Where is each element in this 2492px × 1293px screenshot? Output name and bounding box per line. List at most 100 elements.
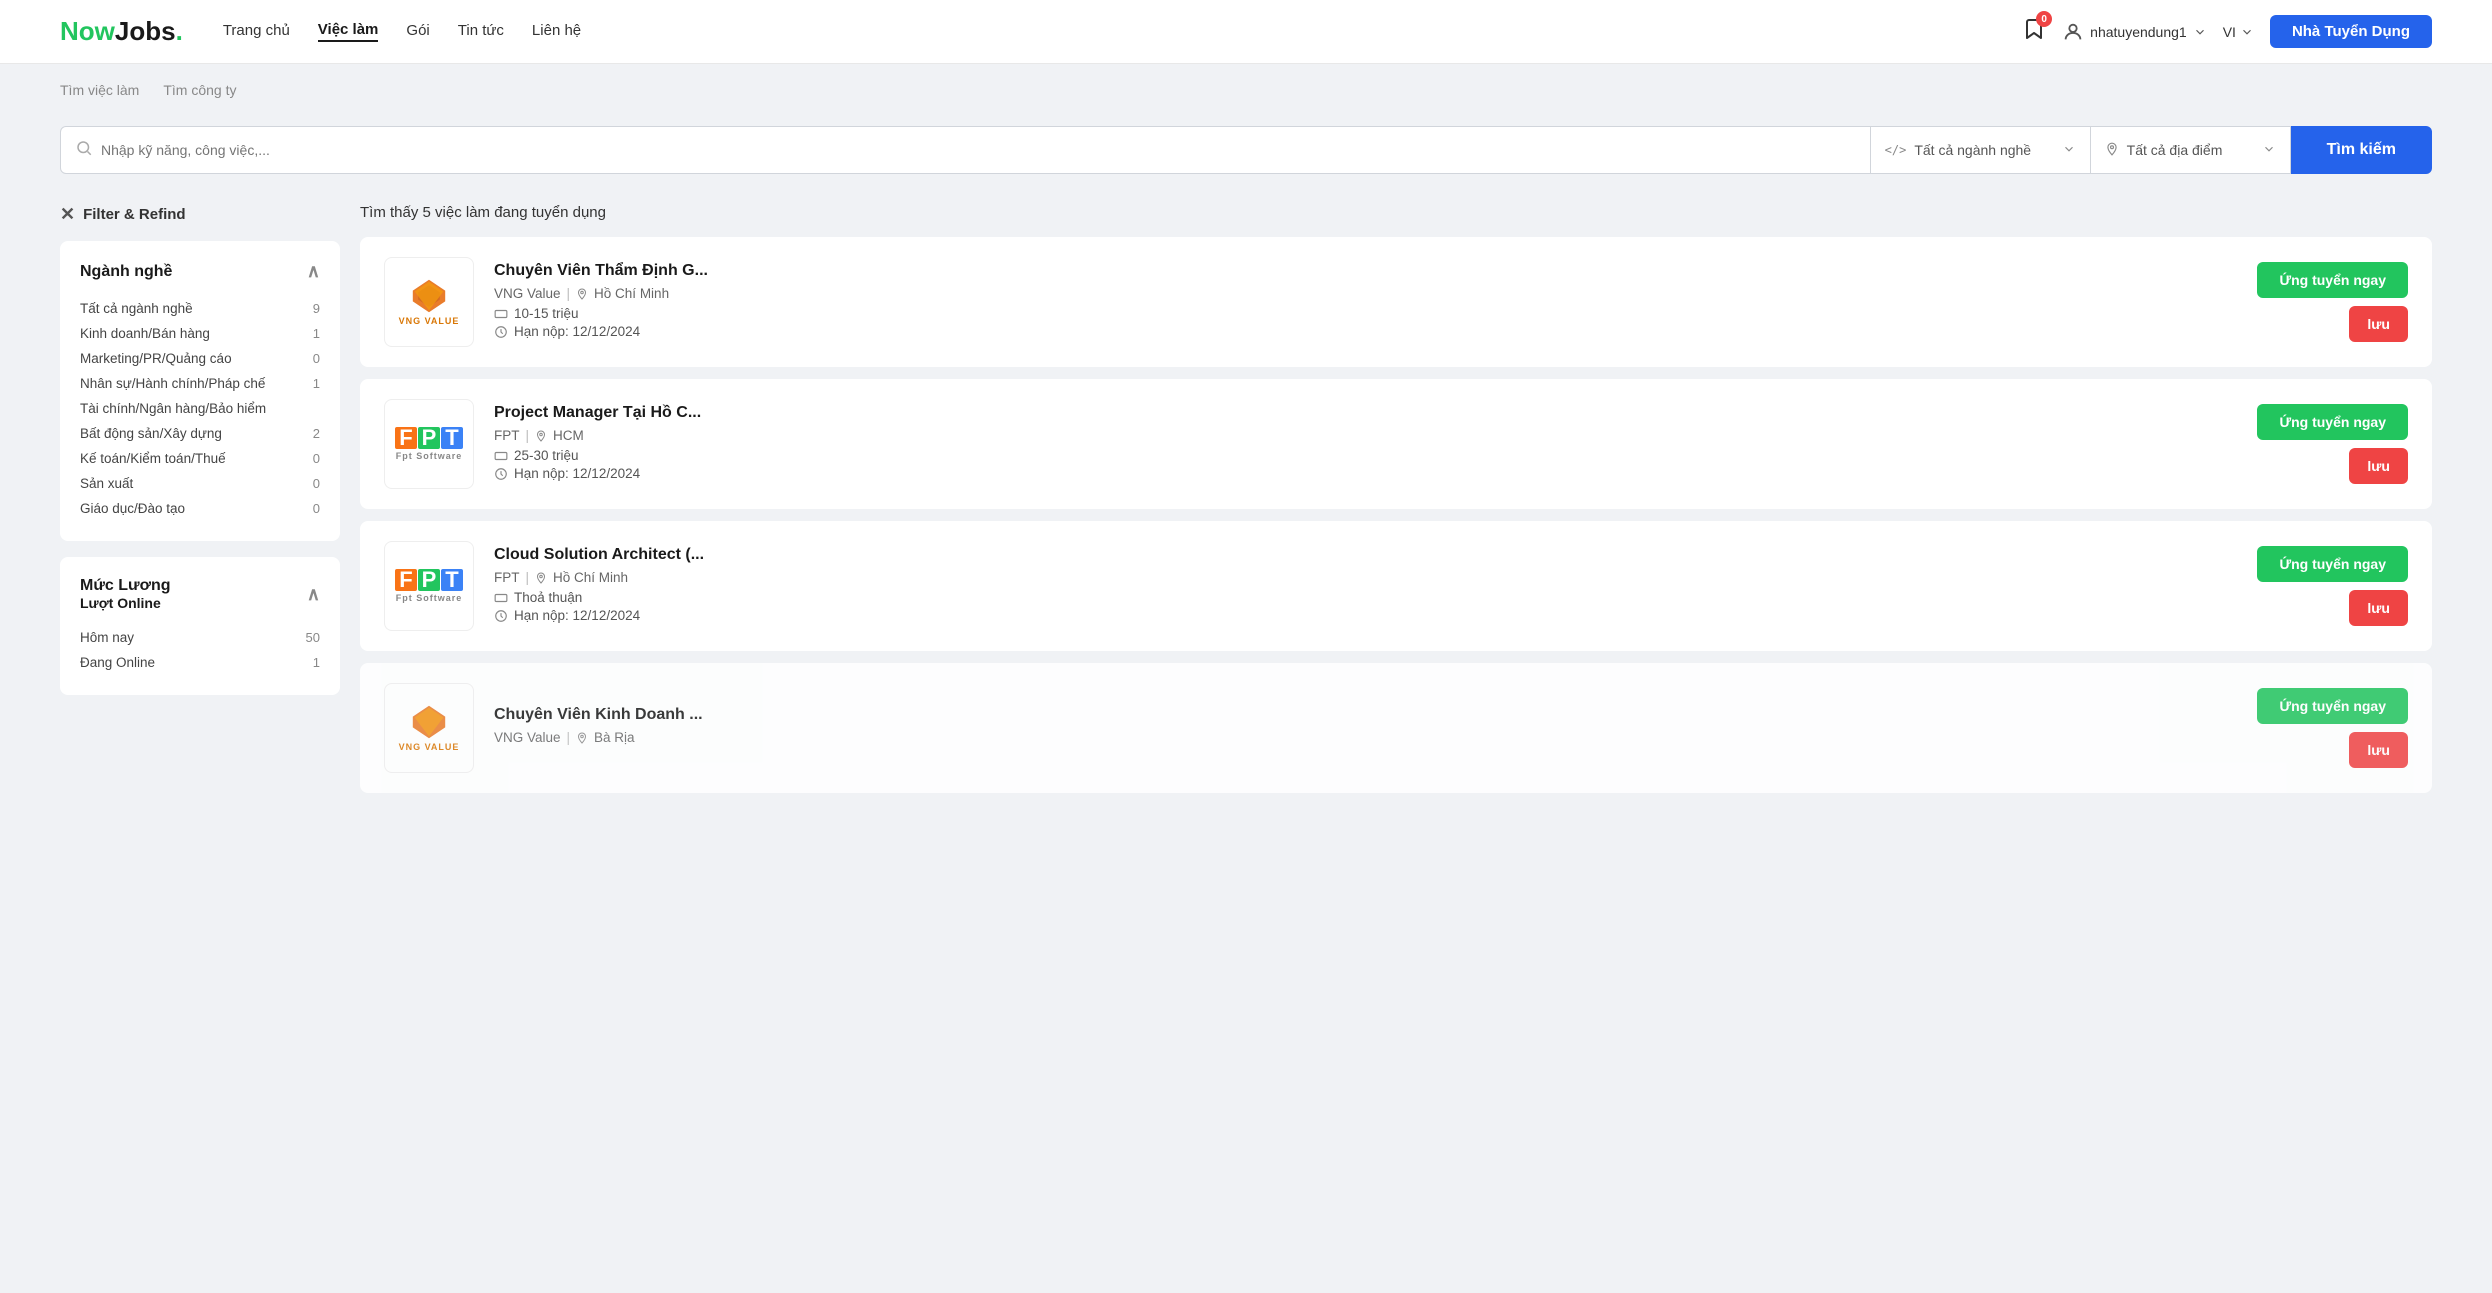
filter-label: Tài chính/Ngân hàng/Bảo hiểm <box>80 401 266 416</box>
filter-giao-duc[interactable]: Giáo dục/Đào tạo 0 <box>80 496 320 521</box>
vng-label: VNG VALUE <box>399 742 460 752</box>
logo-jobs: Jobs <box>115 16 176 46</box>
apply-button[interactable]: Ứng tuyển ngay <box>2257 404 2408 440</box>
save-button[interactable]: lưu <box>2349 306 2408 342</box>
job-title[interactable]: Project Manager Tại Hồ C... <box>494 404 2237 422</box>
filter-san-xuat[interactable]: Sản xuất 0 <box>80 471 320 496</box>
jobs-section: Tìm thấy 5 việc làm đang tuyển dụng VNG … <box>360 204 2432 805</box>
nav-tin-tuc[interactable]: Tin tức <box>458 22 504 41</box>
job-card: VNG VALUE Chuyên Viên Kinh Doanh ... VNG… <box>360 663 2432 793</box>
apply-button[interactable]: Ứng tuyển ngay <box>2257 688 2408 724</box>
company-name: VNG Value <box>494 730 561 745</box>
sidebar: ✕ Filter & Refind Ngành nghề ∧ Tất cả ng… <box>60 204 340 805</box>
company-logo-vng[interactable]: VNG VALUE <box>384 257 474 347</box>
job-meta: FPT | Hồ Chí Minh <box>494 570 2237 585</box>
job-salary: Thoả thuận <box>494 590 2237 605</box>
apply-button[interactable]: Ứng tuyển ngay <box>2257 546 2408 582</box>
company-logo-fpt2[interactable]: F P T Fpt Software <box>384 541 474 631</box>
save-button[interactable]: lưu <box>2349 732 2408 768</box>
job-card: VNG VALUE Chuyên Viên Thẩm Định G... VNG… <box>360 237 2432 367</box>
filter-header: ✕ Filter & Refind <box>60 204 340 225</box>
save-button[interactable]: lưu <box>2349 590 2408 626</box>
search-input-wrap[interactable] <box>60 126 1871 174</box>
job-deadline: Hạn nộp: 12/12/2024 <box>494 608 2237 623</box>
job-title[interactable]: Chuyên Viên Kinh Doanh ... <box>494 706 2237 724</box>
nav-lien-he[interactable]: Liên hệ <box>532 22 581 41</box>
job-info: Project Manager Tại Hồ C... FPT | HCM 25… <box>494 404 2237 484</box>
filter-tai-chinh[interactable]: Tài chính/Ngân hàng/Bảo hiểm <box>80 396 320 421</box>
filter-nhan-su[interactable]: Nhân sự/Hành chính/Pháp chế 1 <box>80 371 320 396</box>
filter-today[interactable]: Hôm nay 50 <box>80 625 320 650</box>
lang-label: VI <box>2223 24 2236 40</box>
deadline-value: Hạn nộp: 12/12/2024 <box>514 608 640 623</box>
location-dropdown[interactable]: Tất cả địa điểm <box>2091 126 2291 174</box>
industry-dropdown[interactable]: </> Tất cả ngành nghề <box>1871 126 2091 174</box>
filter-marketing[interactable]: Marketing/PR/Quảng cáo 0 <box>80 346 320 371</box>
user-menu[interactable]: nhatuyendung1 <box>2062 21 2207 43</box>
search-input[interactable] <box>101 142 1856 158</box>
salary-collapse-icon[interactable]: ∧ <box>307 584 320 605</box>
job-title[interactable]: Chuyên Viên Thẩm Định G... <box>494 262 2237 280</box>
sub-nav: Tìm việc làm Tìm công ty <box>0 64 2492 106</box>
job-card: F P T Fpt Software Cloud Solution Archit… <box>360 521 2432 651</box>
user-dropdown-icon <box>2193 25 2207 39</box>
location-icon <box>576 732 588 744</box>
save-button[interactable]: lưu <box>2349 448 2408 484</box>
job-meta: VNG Value | Bà Rịa <box>494 730 2237 745</box>
filter-count: 0 <box>313 351 320 366</box>
fpt-sublabel: Fpt Software <box>396 451 463 461</box>
search-button[interactable]: Tìm kiếm <box>2291 126 2432 174</box>
employer-button[interactable]: Nhà Tuyển Dụng <box>2270 15 2432 48</box>
filter-online[interactable]: Đang Online 1 <box>80 650 320 675</box>
filter-count: 0 <box>313 451 320 466</box>
filter-count: 50 <box>306 630 320 645</box>
job-title[interactable]: Cloud Solution Architect (... <box>494 546 2237 564</box>
filter-bat-dong-san[interactable]: Bất động sản/Xây dựng 2 <box>80 421 320 446</box>
salary-value: 10-15 triệu <box>514 306 579 321</box>
main-nav: Trang chủ Việc làm Gói Tin tức Liên hệ <box>223 21 2022 42</box>
industry-title-label: Ngành nghề <box>80 263 172 281</box>
clock-icon <box>494 467 508 481</box>
subnav-viec-lam[interactable]: Tìm việc làm <box>60 82 139 106</box>
company-name: FPT <box>494 570 520 585</box>
company-name: FPT <box>494 428 520 443</box>
salary-title-wrap: Mức Lương Lượt Online <box>80 577 171 611</box>
filter-close-icon[interactable]: ✕ <box>60 204 75 225</box>
fpt-f: F <box>395 569 417 591</box>
subnav-cong-ty[interactable]: Tìm công ty <box>163 82 236 106</box>
logo[interactable]: NowJobs. <box>60 16 183 47</box>
industry-collapse-icon[interactable]: ∧ <box>307 261 320 282</box>
salary-filter-section: Mức Lương Lượt Online ∧ Hôm nay 50 Đang … <box>60 557 340 695</box>
separator: | <box>526 570 530 585</box>
filter-all-industries[interactable]: Tất cả ngành nghề 9 <box>80 296 320 321</box>
location-icon <box>2105 142 2119 159</box>
nav-goi[interactable]: Gói <box>406 22 429 41</box>
location-label: Tất cả địa điểm <box>2127 142 2223 158</box>
company-logo-fpt[interactable]: F P T Fpt Software <box>384 399 474 489</box>
clock-icon <box>494 325 508 339</box>
fpt-t: T <box>441 569 463 591</box>
lang-select[interactable]: VI <box>2223 24 2254 40</box>
bookmark-icon[interactable]: 0 <box>2022 17 2046 46</box>
header: NowJobs. Trang chủ Việc làm Gói Tin tức … <box>0 0 2492 64</box>
nav-trang-chu[interactable]: Trang chủ <box>223 22 290 41</box>
filter-label: Giáo dục/Đào tạo <box>80 501 185 516</box>
salary-title-label: Mức Lương <box>80 577 171 595</box>
filter-ke-toan[interactable]: Kế toán/Kiểm toán/Thuế 0 <box>80 446 320 471</box>
apply-button[interactable]: Ứng tuyển ngay <box>2257 262 2408 298</box>
filter-label: Tất cả ngành nghề <box>80 301 193 316</box>
location: Hồ Chí Minh <box>594 286 669 301</box>
fpt-sublabel: Fpt Software <box>396 593 463 603</box>
fpt-f: F <box>395 427 417 449</box>
nav-viec-lam[interactable]: Việc làm <box>318 21 379 42</box>
job-actions: Ứng tuyển ngay lưu <box>2257 404 2408 484</box>
filter-kinh-doanh[interactable]: Kinh doanh/Bán hàng 1 <box>80 321 320 346</box>
job-deadline: Hạn nộp: 12/12/2024 <box>494 466 2237 481</box>
job-actions: Ứng tuyển ngay lưu <box>2257 262 2408 342</box>
job-info: Chuyên Viên Thẩm Định G... VNG Value | H… <box>494 262 2237 342</box>
job-deadline: Hạn nộp: 12/12/2024 <box>494 324 2237 339</box>
main-content: ✕ Filter & Refind Ngành nghề ∧ Tất cả ng… <box>0 204 2492 845</box>
company-logo-vng2[interactable]: VNG VALUE <box>384 683 474 773</box>
location-dropdown-arrow <box>2262 142 2276 159</box>
search-icon <box>75 139 93 162</box>
